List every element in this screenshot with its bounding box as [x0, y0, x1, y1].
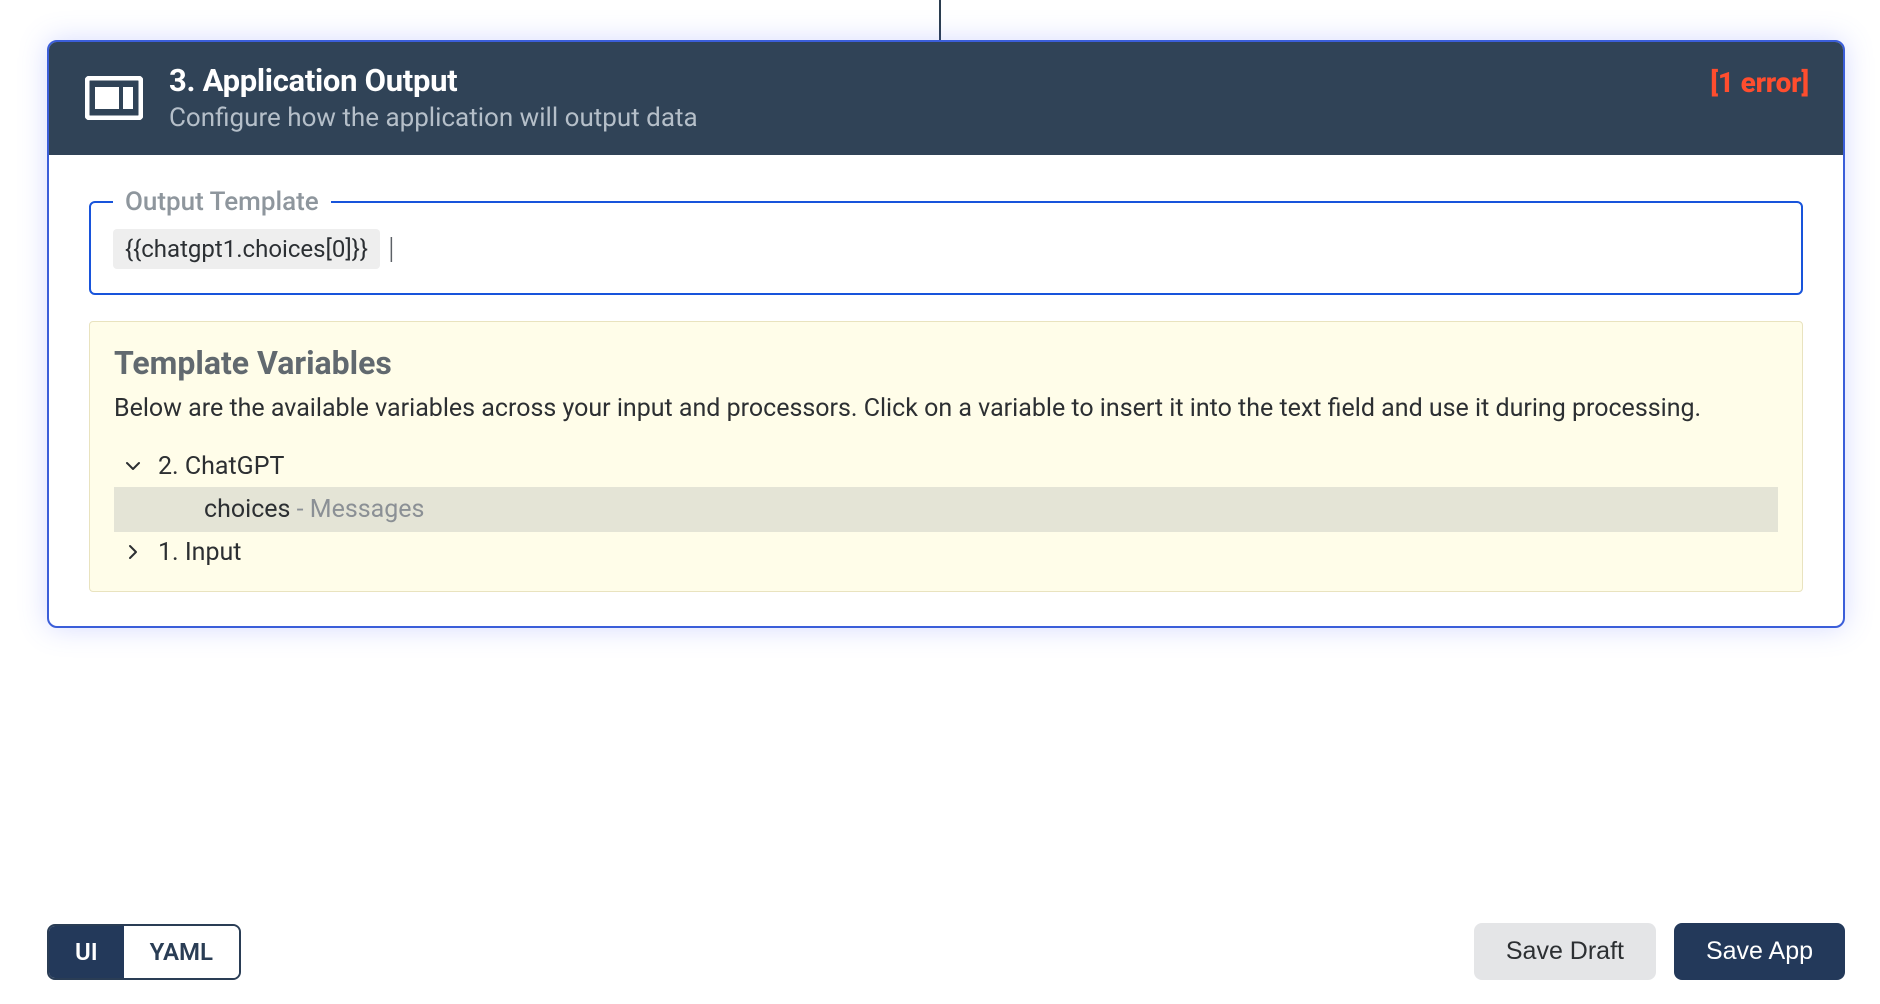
template-variables-title: Template Variables — [114, 344, 1778, 382]
error-badge: [1 error] — [1710, 66, 1809, 99]
view-toggle: UI YAML — [47, 924, 241, 980]
tree-var-choices[interactable]: choices - Messages — [114, 487, 1778, 532]
chevron-right-icon — [124, 544, 142, 560]
save-app-button[interactable]: Save App — [1674, 923, 1845, 980]
output-template-field[interactable]: Output Template {{chatgpt1.choices[0]}} … — [89, 201, 1803, 295]
card-titles: 3. Application Output Configure how the … — [169, 62, 698, 133]
chip-line: {{chatgpt1.choices[0]}} | — [113, 229, 1779, 269]
save-draft-button[interactable]: Save Draft — [1474, 923, 1656, 980]
template-chip[interactable]: {{chatgpt1.choices[0]}} — [113, 229, 380, 269]
card-header: 3. Application Output Configure how the … — [49, 42, 1843, 155]
toggle-yaml[interactable]: YAML — [124, 926, 239, 978]
output-card: 3. Application Output Configure how the … — [47, 40, 1845, 628]
variable-name: choices — [204, 495, 290, 524]
action-buttons: Save Draft Save App — [1474, 923, 1845, 980]
variable-tree: 2. ChatGPT choices - Messages 1. Input — [114, 446, 1778, 573]
card-body: Output Template {{chatgpt1.choices[0]}} … — [49, 155, 1843, 626]
template-variables-panel: Template Variables Below are the availab… — [89, 321, 1803, 592]
chevron-down-icon — [124, 458, 142, 474]
variable-desc: - Messages — [290, 495, 424, 524]
toggle-ui[interactable]: UI — [49, 926, 124, 978]
card-subtitle: Configure how the application will outpu… — [169, 103, 698, 133]
tree-node-label: 2. ChatGPT — [158, 452, 284, 481]
connector-line — [939, 0, 941, 40]
template-variables-description: Below are the available variables across… — [114, 390, 1778, 428]
tree-node-input[interactable]: 1. Input — [114, 532, 1778, 573]
output-section-icon — [85, 74, 143, 122]
field-legend: Output Template — [113, 187, 331, 217]
bottom-bar: UI YAML Save Draft Save App — [47, 923, 1845, 980]
card-title: 3. Application Output — [169, 62, 698, 99]
text-cursor: | — [388, 234, 395, 264]
tree-node-chatgpt[interactable]: 2. ChatGPT — [114, 446, 1778, 487]
tree-node-label: 1. Input — [158, 538, 241, 567]
